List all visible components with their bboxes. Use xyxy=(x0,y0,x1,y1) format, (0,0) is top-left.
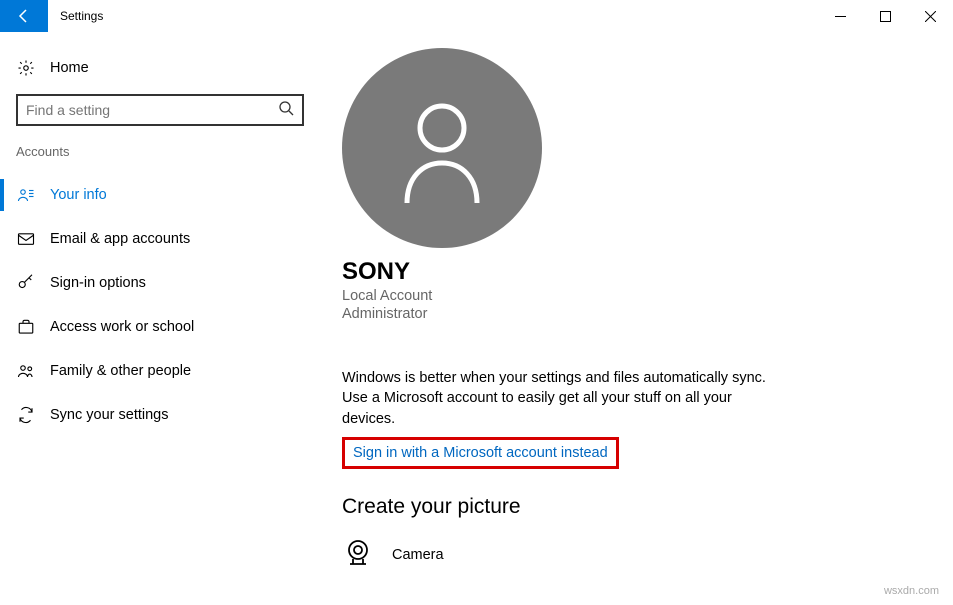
search-input[interactable] xyxy=(26,102,278,118)
people-icon xyxy=(16,362,36,380)
camera-label: Camera xyxy=(392,547,444,563)
minimize-icon xyxy=(835,11,846,22)
back-arrow-icon xyxy=(16,8,32,24)
username: SONY xyxy=(342,258,933,286)
sidebar-item-your-info[interactable]: Your info xyxy=(0,173,310,217)
camera-button[interactable]: Camera xyxy=(342,537,933,574)
home-button[interactable]: Home xyxy=(16,48,310,88)
close-icon xyxy=(925,11,936,22)
sidebar-item-label: Sync your settings xyxy=(50,407,168,423)
person-icon xyxy=(392,93,492,203)
section-header: Accounts xyxy=(16,144,310,159)
sync-icon xyxy=(16,406,36,424)
sidebar-item-signin[interactable]: Sign-in options xyxy=(0,261,310,305)
person-card-icon xyxy=(16,186,36,204)
home-label: Home xyxy=(50,60,89,76)
sidebar-item-label: Access work or school xyxy=(50,319,194,335)
sidebar-item-label: Email & app accounts xyxy=(50,231,190,247)
close-button[interactable] xyxy=(908,0,953,32)
sidebar-item-label: Family & other people xyxy=(50,363,191,379)
ms-link-highlight: Sign in with a Microsoft account instead xyxy=(342,437,619,469)
window-title: Settings xyxy=(60,9,103,23)
gear-icon xyxy=(16,59,36,77)
search-icon xyxy=(278,100,294,121)
back-button[interactable] xyxy=(0,0,48,32)
account-type: Local Account xyxy=(342,288,933,304)
titlebar: Settings xyxy=(0,0,953,32)
briefcase-icon xyxy=(16,318,36,336)
camera-icon xyxy=(342,537,374,574)
sidebar: Home Accounts Your info Email & app acco… xyxy=(0,48,310,437)
main-content: SONY Local Account Administrator Windows… xyxy=(342,48,933,574)
minimize-button[interactable] xyxy=(818,0,863,32)
sidebar-item-work-school[interactable]: Access work or school xyxy=(0,305,310,349)
sync-description: Windows is better when your settings and… xyxy=(342,368,772,429)
watermark: wsxdn.com xyxy=(884,585,939,597)
window-controls xyxy=(818,0,953,32)
sign-in-microsoft-link[interactable]: Sign in with a Microsoft account instead xyxy=(353,445,608,461)
nav-list: Your info Email & app accounts Sign-in o… xyxy=(16,173,310,437)
email-icon xyxy=(16,230,36,248)
key-icon xyxy=(16,274,36,292)
sidebar-item-family[interactable]: Family & other people xyxy=(0,349,310,393)
maximize-button[interactable] xyxy=(863,0,908,32)
avatar xyxy=(342,48,542,248)
sidebar-item-sync[interactable]: Sync your settings xyxy=(0,393,310,437)
admin-label: Administrator xyxy=(342,306,933,322)
sidebar-item-label: Sign-in options xyxy=(50,275,146,291)
maximize-icon xyxy=(880,11,891,22)
sidebar-item-label: Your info xyxy=(50,187,107,203)
sidebar-item-email[interactable]: Email & app accounts xyxy=(0,217,310,261)
search-box[interactable] xyxy=(16,94,304,126)
create-picture-title: Create your picture xyxy=(342,495,933,519)
